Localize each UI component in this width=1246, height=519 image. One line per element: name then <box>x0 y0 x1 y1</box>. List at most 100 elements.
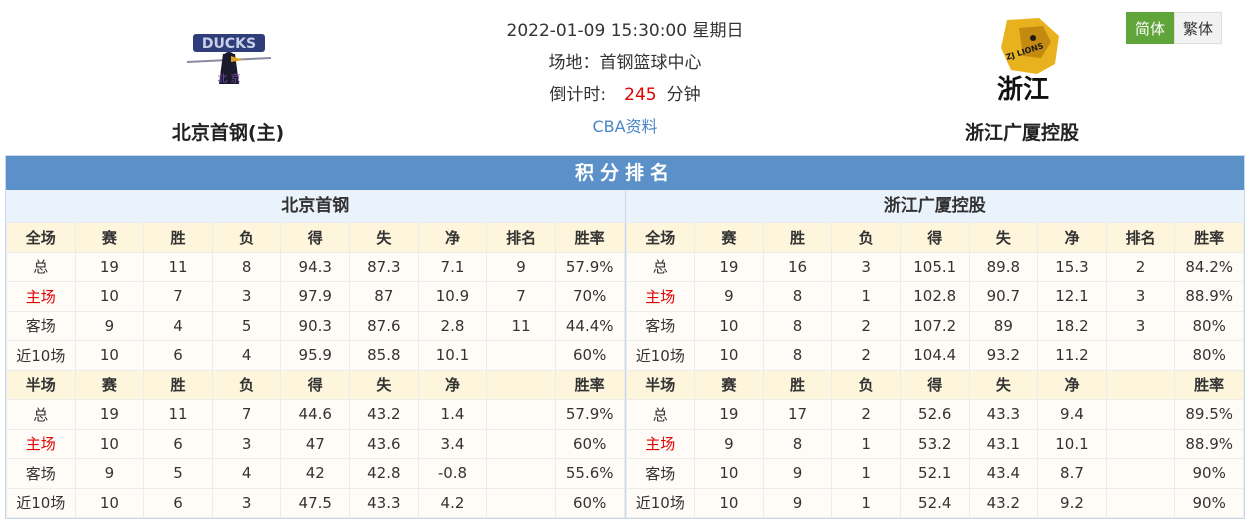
row-label: 客场 <box>625 458 696 489</box>
table-cell <box>1105 458 1176 489</box>
table-cell: 88.9% <box>1174 428 1244 459</box>
table-cell: 19 <box>74 399 145 430</box>
table-cell: 88.9% <box>1174 281 1244 312</box>
column-header: 失 <box>349 222 419 253</box>
table-cell: 6 <box>143 487 213 518</box>
zhejiang-lions-logo[interactable]: ZJ LIONS 浙江 <box>967 14 1077 106</box>
table-cell: 7 <box>143 281 213 312</box>
row-label: 客场 <box>625 310 696 341</box>
column-header: 胜 <box>143 369 213 400</box>
table-cell: 42 <box>280 458 351 489</box>
table-cell: 87.3 <box>349 251 419 282</box>
simplified-chinese-button[interactable]: 简体 <box>1126 12 1174 44</box>
table-cell: 16 <box>762 251 833 282</box>
table-cell: 8 <box>762 428 833 459</box>
table-cell: 9 <box>486 251 556 282</box>
column-header: 胜率 <box>1174 369 1244 400</box>
standings-team-headers: 北京首钢 浙江广厦控股 <box>6 190 1244 222</box>
match-datetime: 2022-01-09 15:30:00 星期日 <box>506 21 744 41</box>
table-cell: 8.7 <box>1037 458 1107 489</box>
table-cell: 15.3 <box>1037 251 1107 282</box>
logo-wordmark: 浙江 <box>997 75 1049 105</box>
table-cell: 93.2 <box>968 340 1039 371</box>
match-info: 2022-01-09 15:30:00 星期日 场地：首钢篮球中心 倒计时: 24… <box>470 15 780 143</box>
table-cell: 90% <box>1174 458 1244 489</box>
table-cell: 43.3 <box>349 487 419 518</box>
table-cell: 90.7 <box>968 281 1039 312</box>
table-cell: 10.9 <box>417 281 488 312</box>
table-cell: 8 <box>762 281 833 312</box>
row-label: 主场 <box>625 428 696 459</box>
table-cell: 47 <box>280 428 351 459</box>
table-cell: 1 <box>831 281 901 312</box>
column-header: 排名 <box>486 222 556 253</box>
countdown-value: 245 <box>624 85 657 105</box>
full-header-row: 全场赛胜负得失净排名 胜率 <box>6 222 625 253</box>
table-cell: 10.1 <box>1037 428 1107 459</box>
traditional-chinese-button[interactable]: 繁体 <box>1174 12 1222 44</box>
table-cell: 2 <box>831 399 901 430</box>
row-label: 客场 <box>6 310 76 341</box>
table-cell: 57.9% <box>554 399 625 430</box>
table-cell <box>1105 487 1176 518</box>
table-cell: 57.9% <box>554 251 625 282</box>
table-row: 近10场 10 8 2 104.4 93.2 11.2 80% <box>625 340 1244 371</box>
table-cell: 60% <box>554 340 625 371</box>
away-team-name[interactable]: 浙江广厦控股 <box>902 118 1142 145</box>
beijing-ducks-logo[interactable]: DUCKS 北 京 <box>173 14 283 106</box>
table-cell: 85.8 <box>349 340 419 371</box>
table-cell: 10 <box>74 340 145 371</box>
table-cell: 3 <box>211 428 282 459</box>
home-team-name[interactable]: 北京首钢(主) <box>108 118 348 145</box>
table-cell: 8 <box>211 251 282 282</box>
column-header: 胜率 <box>554 369 625 400</box>
column-header: 得 <box>280 222 351 253</box>
column-header: 排名 <box>1105 222 1176 253</box>
column-header: 赛 <box>74 369 145 400</box>
table-cell: 52.1 <box>899 458 970 489</box>
table-cell: 89.5% <box>1174 399 1244 430</box>
table-cell: 3 <box>831 251 901 282</box>
column-header: 净 <box>417 222 488 253</box>
table-cell: 17 <box>762 399 833 430</box>
column-header: 全场 <box>6 222 76 253</box>
table-cell: 44.4% <box>554 310 625 341</box>
table-cell: 107.2 <box>899 310 970 341</box>
countdown-label: 倒计时: <box>549 85 607 105</box>
row-label: 总 <box>625 251 696 282</box>
table-cell: 5 <box>211 310 282 341</box>
column-header: 赛 <box>694 222 764 253</box>
table-cell: 19 <box>74 251 145 282</box>
table-cell <box>486 487 556 518</box>
table-cell: 19 <box>694 251 764 282</box>
table-cell: 9 <box>694 428 764 459</box>
column-header: 负 <box>831 369 901 400</box>
table-cell: 95.9 <box>280 340 351 371</box>
table-cell: 11 <box>486 310 556 341</box>
table-cell: 12.1 <box>1037 281 1107 312</box>
table-cell: 1 <box>831 487 901 518</box>
table-cell: 11 <box>143 399 213 430</box>
row-label: 主场 <box>6 281 76 312</box>
table-row: 客场 9 5 4 42 42.8 -0.8 55.6% <box>6 458 625 489</box>
table-row: 客场 10 8 2 107.2 89 18.2 3 80% <box>625 310 1244 341</box>
column-header: 半场 <box>6 369 76 400</box>
column-header: 胜 <box>762 369 833 400</box>
column-header <box>1105 369 1176 400</box>
column-header <box>486 369 556 400</box>
away-team: ZJ LIONS 浙江 浙江广厦控股 <box>902 14 1142 145</box>
table-cell: 7 <box>211 399 282 430</box>
column-header: 负 <box>211 369 282 400</box>
half-header-row: 半场赛胜负得失净 胜率 <box>625 369 1244 400</box>
cba-data-link[interactable]: CBA资料 <box>592 117 657 136</box>
table-cell <box>1105 428 1176 459</box>
table-cell: 1.4 <box>417 399 488 430</box>
table-cell: 104.4 <box>899 340 970 371</box>
table-cell: 70% <box>554 281 625 312</box>
table-row: 主场 9 8 1 102.8 90.7 12.1 3 88.9% <box>625 281 1244 312</box>
table-cell: 6 <box>143 340 213 371</box>
table-cell: 105.1 <box>899 251 970 282</box>
table-cell <box>486 458 556 489</box>
table-cell: 11.2 <box>1037 340 1107 371</box>
table-cell: 52.4 <box>899 487 970 518</box>
